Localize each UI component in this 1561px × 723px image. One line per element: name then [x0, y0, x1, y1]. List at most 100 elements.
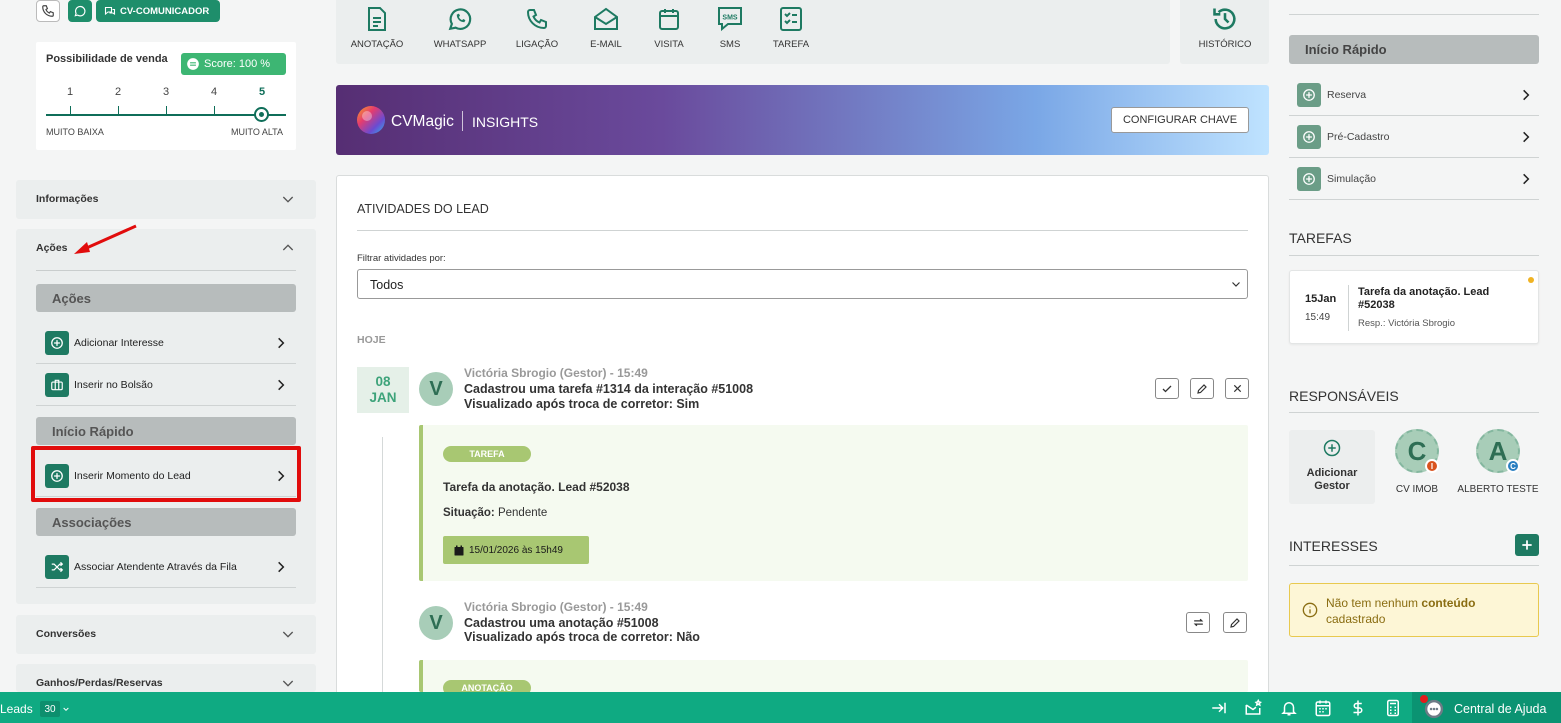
divider	[36, 270, 296, 271]
filter-value: Todos	[370, 278, 404, 292]
section-informacoes[interactable]: Informações	[16, 180, 316, 219]
action-adicionar-interesse[interactable]: Adicionar Interesse	[36, 322, 296, 364]
task-date: 15Jan	[1305, 293, 1337, 305]
cv-comunicador-button[interactable]: CV-COMUNICADOR	[96, 0, 220, 22]
interesses-header: INTERESSES	[1289, 538, 1378, 554]
section-conversoes[interactable]: Conversões	[16, 615, 316, 654]
edit-button[interactable]	[1190, 378, 1214, 399]
action-anotacao[interactable]: ANOTAÇÃO	[342, 0, 412, 60]
help-center-label: Central de Ajuda	[1454, 702, 1547, 716]
chevron-up-icon[interactable]	[280, 240, 296, 256]
shuffle-icon	[51, 561, 64, 572]
insights-label: INSIGHTS	[472, 114, 539, 130]
action-ligacao[interactable]: LIGAÇÃO	[502, 0, 572, 60]
event-description: Cadastrou uma anotação #51008	[464, 616, 659, 630]
chevron-down-icon	[1232, 282, 1240, 287]
login-arrow-icon[interactable]	[1210, 699, 1228, 717]
action-label: ANOTAÇÃO	[350, 39, 404, 50]
action-sms[interactable]: SMS SMS	[695, 0, 765, 60]
plus-circle-icon	[1303, 88, 1315, 101]
quick-reserva[interactable]: Reserva	[1289, 74, 1539, 116]
divider	[1289, 255, 1539, 256]
leads-label[interactable]: Leads	[0, 702, 33, 716]
phone-icon	[526, 9, 547, 30]
empty-message: Não tem nenhum conteúdo cadastrado	[1326, 595, 1526, 627]
scale-tick	[166, 106, 167, 115]
task-status-dot	[1528, 277, 1534, 283]
section-acoes-title[interactable]: Ações	[36, 242, 68, 254]
swap-icon	[1193, 618, 1203, 627]
transfer-button[interactable]	[1186, 612, 1210, 633]
add-manager-label: Adicionar Gestor	[1306, 467, 1358, 492]
dollar-icon[interactable]	[1349, 699, 1367, 717]
scale-4[interactable]: 4	[204, 86, 224, 98]
note-icon	[368, 7, 386, 31]
mail-star-icon[interactable]	[1244, 699, 1262, 717]
action-inserir-bolsao[interactable]: Inserir no Bolsão	[36, 364, 296, 406]
chevron-right-icon	[278, 337, 285, 348]
close-icon	[1233, 384, 1241, 393]
filter-label: Filtrar atividades por:	[357, 253, 446, 264]
event-description: Cadastrou uma tarefa #1314 da interação …	[464, 382, 754, 396]
phone-icon	[42, 5, 54, 17]
edit-button[interactable]	[1223, 612, 1247, 633]
action-tarefa[interactable]: TAREFA	[756, 0, 826, 60]
empty-prefix: Não tem nenhum	[1326, 596, 1419, 610]
inicio-rapido-header: Início Rápido	[1289, 35, 1539, 64]
whatsapp-button[interactable]	[68, 0, 92, 22]
chevron-right-icon	[278, 561, 285, 572]
score-badge: Score: 100 %	[181, 53, 286, 75]
divider	[1289, 412, 1539, 413]
filter-select[interactable]: Todos	[357, 269, 1248, 299]
divider	[1289, 14, 1539, 15]
event-author: Victória Sbrogio (Gestor) - 15:49	[464, 600, 648, 614]
action-label: VISITA	[654, 39, 684, 50]
phone-button[interactable]	[36, 0, 60, 22]
section-ganhos[interactable]: Ganhos/Perdas/Reservas	[16, 664, 316, 692]
divider	[1348, 285, 1349, 331]
calendar-icon	[659, 9, 679, 30]
add-interest-button[interactable]	[1515, 534, 1539, 556]
scale-knob[interactable]	[254, 107, 269, 122]
whatsapp-icon	[74, 5, 86, 17]
chat-icon	[104, 6, 116, 16]
configure-key-button[interactable]: CONFIGURAR CHAVE	[1111, 107, 1249, 133]
action-visita[interactable]: VISITA	[634, 0, 704, 60]
scale-2[interactable]: 2	[108, 86, 128, 98]
chevron-down-icon[interactable]	[62, 705, 70, 713]
plus-circle-icon	[1303, 130, 1315, 143]
scale-1[interactable]: 1	[60, 86, 80, 98]
history-button[interactable]: HISTÓRICO	[1190, 0, 1260, 60]
plus-icon	[1522, 540, 1532, 550]
scale-5[interactable]: 5	[252, 86, 272, 98]
action-whatsapp[interactable]: WHATSAPP	[425, 0, 495, 60]
svg-text:SMS: SMS	[722, 15, 738, 22]
delete-button[interactable]	[1225, 378, 1249, 399]
tarefas-header: TAREFAS	[1289, 230, 1352, 246]
complete-task-button[interactable]	[1155, 378, 1179, 399]
scale-tick	[70, 106, 71, 115]
note-tag: ANOTAÇÃO	[443, 680, 531, 692]
action-associar-atendente[interactable]: Associar Atendente Através da Fila	[36, 546, 296, 588]
red-arrow-annotation	[74, 224, 137, 254]
info-icon	[1302, 602, 1318, 618]
task-responsible: Resp.: Victória Sbrogio	[1358, 318, 1455, 329]
scale-3[interactable]: 3	[156, 86, 176, 98]
task-title: Tarefa da anotação. Lead #52038	[1358, 286, 1490, 311]
add-manager-button[interactable]: Adicionar Gestor	[1289, 430, 1375, 504]
task-item[interactable]: 15Jan 15:49 Tarefa da anotação. Lead #52…	[1289, 270, 1539, 344]
bell-icon[interactable]	[1280, 699, 1298, 717]
cvmagic-brand: CVMagic	[391, 113, 454, 130]
quick-simulacao[interactable]: Simulação	[1289, 158, 1539, 200]
task-tag: TAREFA	[443, 446, 531, 462]
calendar-icon[interactable]	[1314, 699, 1332, 717]
due-date-text: 15/01/2026 às 15h49	[469, 544, 563, 556]
quick-label: Pré-Cadastro	[1327, 130, 1390, 143]
action-email[interactable]: E-MAIL	[571, 0, 641, 60]
check-icon	[1162, 385, 1172, 392]
calculator-icon[interactable]	[1384, 699, 1402, 717]
task-status: Situação: Pendente	[443, 507, 547, 519]
quick-pre-cadastro[interactable]: Pré-Cadastro	[1289, 116, 1539, 158]
score-icon	[187, 58, 199, 70]
help-center-button[interactable]: Central de Ajuda	[1412, 692, 1561, 723]
